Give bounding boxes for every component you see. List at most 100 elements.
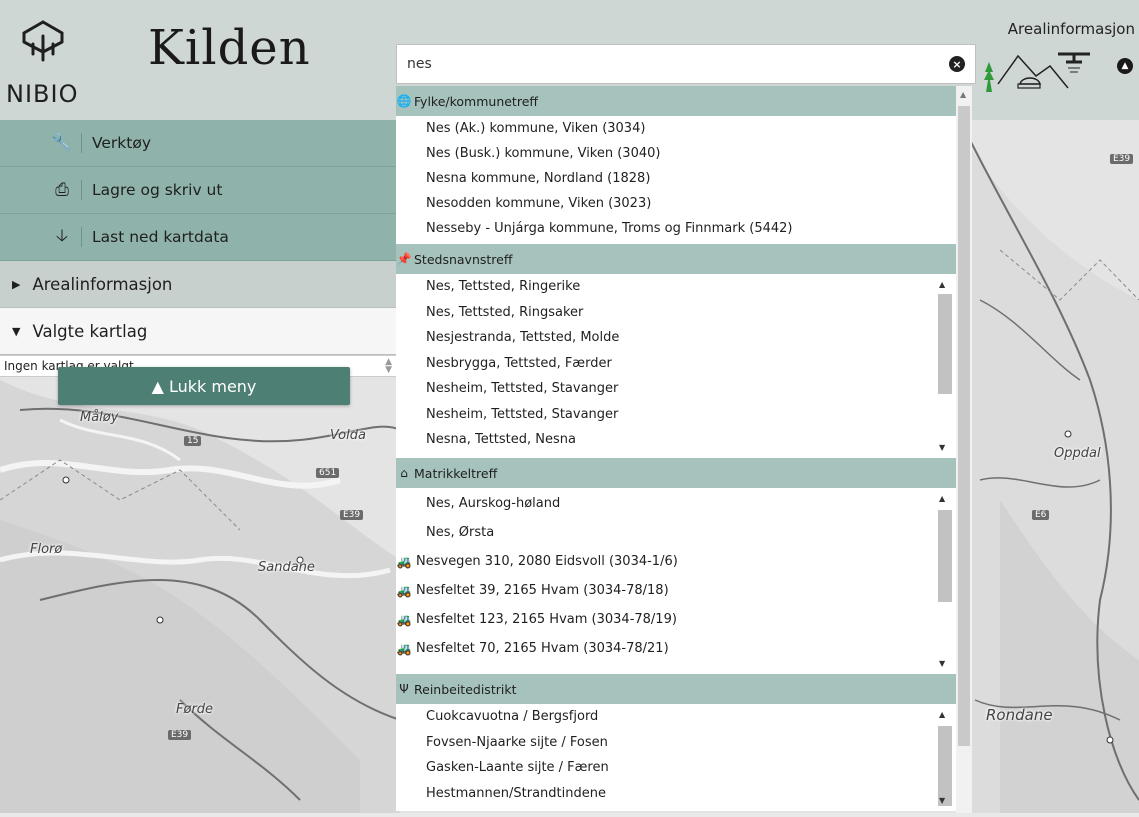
list-item[interactable]: 🚜 Nesfeltet 123, 2165 Hvam (3034-78/19) — [396, 605, 972, 634]
map-label: Førde — [176, 702, 214, 717]
side-menu: 🔧 Verktøy ⎙ Lagre og skriv ut 🡣 Last ned… — [0, 120, 408, 377]
group-header-fylke-kommune: 🌐 Fylke/kommunetreff — [396, 86, 972, 116]
app-title[interactable]: Kilden — [148, 20, 311, 76]
scrollbar-thumb[interactable] — [938, 726, 952, 806]
map-label: Måløy — [80, 410, 119, 425]
tractor-icon: 🚜 — [396, 641, 412, 656]
scroll-down-icon[interactable]: ▼ — [939, 659, 945, 668]
list-item-text: Nes, Ørsta — [426, 525, 495, 540]
list-item[interactable]: Cuokcavuotna / Bergsfjord — [396, 704, 972, 730]
scroll-up-icon[interactable]: ▲ — [939, 710, 945, 719]
scroll-down-icon[interactable]: ▼ — [939, 443, 945, 452]
list-item[interactable]: Nesseby - Unjárga kommune, Troms og Finn… — [396, 216, 972, 241]
org-name: NIBIO — [6, 80, 79, 108]
caret-down-icon: ▼ — [12, 324, 21, 338]
antlers-icon: Ψ — [399, 682, 409, 696]
list-item[interactable]: Nes, Aurskog-høland — [396, 488, 972, 518]
scrollbar-thumb[interactable] — [938, 294, 952, 394]
scroll-up-icon[interactable]: ▲ — [960, 90, 966, 99]
list-item-text: Nes, Aurskog-høland — [426, 495, 561, 511]
scrollbar[interactable]: ▲ ▼ — [936, 278, 954, 454]
list-item[interactable]: Nesna kommune, Nordland (1828) — [396, 166, 972, 191]
menu-section-valgte-kartlag[interactable]: ▼ Valgte kartlag — [0, 308, 408, 355]
list-item[interactable]: Fovsen-Njaarke sijte / Fosen — [396, 730, 972, 756]
group-header-label: Stedsnavnstreff — [414, 251, 513, 267]
list-item[interactable]: Nes, Ørsta — [396, 518, 972, 547]
scrollbar[interactable]: ▲ ▼ — [936, 492, 954, 670]
list-item[interactable]: Nesodden kommune, Viken (3023) — [396, 191, 972, 216]
divider — [81, 180, 82, 200]
tractor-icon: 🚜 — [396, 554, 412, 569]
map-label: Rondane — [986, 706, 1053, 724]
theme-label[interactable]: Arealinformasjon — [1008, 20, 1135, 38]
menu-tool-lagre[interactable]: ⎙ Lagre og skriv ut — [0, 167, 408, 214]
spinner-arrows-icon[interactable]: ▲ ▼ — [385, 358, 392, 375]
list-item-text: Nesfeltet 39, 2165 Hvam (3034-78/18) — [416, 583, 669, 598]
list-item[interactable]: 🚜 Nesfeltet 39, 2165 Hvam (3034-78/18) — [396, 576, 972, 605]
road-shield: E6 — [1032, 510, 1050, 520]
wrench-icon: 🔧 — [51, 133, 73, 153]
road-shield: 15 — [184, 436, 202, 446]
pin-icon: 📌 — [396, 252, 412, 266]
list-item[interactable]: Nesna, Tettsted, Nesna — [396, 427, 972, 453]
menu-section-label: Valgte kartlag — [32, 321, 148, 341]
scroll-up-icon[interactable]: ▲ — [939, 280, 945, 289]
menu-tool-last-ned[interactable]: 🡣 Last ned kartdata — [0, 214, 408, 261]
group-header-label: Matrikkeltreff — [414, 465, 498, 481]
home-icon: ⌂ — [400, 466, 408, 480]
list-item[interactable]: Nes, Tettsted, Ringerike — [396, 274, 972, 300]
menu-tool-verktoy[interactable]: 🔧 Verktøy — [0, 120, 408, 167]
list-item[interactable]: Nesbrygga, Tettsted, Færder — [396, 351, 972, 377]
results-scrollbar[interactable]: ▲ — [956, 86, 972, 813]
group-header-stedsnavn: 📌 Stedsnavnstreff — [396, 244, 972, 274]
tractor-icon: 🚜 — [396, 612, 412, 627]
list-item[interactable]: Gasken-Laante sijte / Færen — [396, 755, 972, 781]
results-scrollbar-thumb[interactable] — [958, 106, 970, 746]
close-menu-button[interactable]: ▲ Lukk meny — [58, 367, 350, 405]
list-item[interactable]: Hestmannen/Strandtindene — [396, 781, 972, 807]
menu-section-label: Arealinformasjon — [32, 274, 173, 294]
list-item[interactable]: Nesheim, Tettsted, Stavanger — [396, 376, 972, 402]
map-label: Volda — [330, 428, 366, 443]
scrollbar-thumb[interactable] — [938, 510, 952, 602]
list-item[interactable]: 🚜 Nesvegen 310, 2080 Eidsvoll (3034-1/6) — [396, 547, 972, 576]
group-header-reinbeite: Ψ Reinbeitedistrikt — [396, 674, 972, 704]
map-label: Sandane — [258, 560, 315, 575]
road-shield: E39 — [340, 510, 364, 520]
map-label: Oppdal — [1054, 446, 1101, 461]
list-item[interactable]: 🚜 Nesfeltet 70, 2165 Hvam (3034-78/21) — [396, 634, 972, 663]
list-item[interactable]: Nes, Tettsted, Ringsaker — [396, 300, 972, 326]
road-shield: 651 — [316, 468, 340, 478]
group-header-label: Reinbeitedistrikt — [414, 681, 517, 697]
print-icon: ⎙ — [55, 180, 69, 200]
list-item-text: Nesfeltet 123, 2165 Hvam (3034-78/19) — [416, 612, 677, 627]
group-list-stedsnavn: Nes, Tettsted, Ringerike Nes, Tettsted, … — [396, 274, 972, 458]
list-item-text: Nesvegen 310, 2080 Eidsvoll (3034-1/6) — [416, 554, 678, 569]
chevron-up-icon[interactable]: ▲ — [1117, 58, 1133, 74]
globe-icon: 🌐 — [396, 94, 412, 108]
download-icon: 🡣 — [55, 225, 69, 246]
list-item[interactable]: Nesheim, Tettsted, Stavanger — [396, 402, 972, 428]
list-item[interactable]: Nes (Busk.) kommune, Viken (3040) — [396, 141, 972, 166]
menu-tool-label: Last ned kartdata — [92, 228, 229, 246]
group-list-matrikkel: Nes, Aurskog-høland Nes, Ørsta 🚜 Nesvege… — [396, 488, 972, 674]
scroll-down-icon[interactable]: ▼ — [939, 796, 945, 805]
search-box: × — [396, 44, 976, 84]
list-item[interactable]: Nesjestranda, Tettsted, Molde — [396, 325, 972, 351]
road-shield: E39 — [1110, 154, 1134, 164]
search-results: 🌐 Fylke/kommunetreff Nes (Ak.) kommune, … — [396, 86, 972, 811]
scroll-up-icon[interactable]: ▲ — [939, 494, 945, 503]
divider — [81, 133, 82, 153]
search-input[interactable] — [397, 45, 937, 83]
menu-section-arealinformasjon[interactable]: ▶ Arealinformasjon — [0, 261, 408, 308]
x-circle-icon[interactable]: × — [949, 56, 965, 72]
group-list-fylke-kommune: Nes (Ak.) kommune, Viken (3034) Nes (Bus… — [396, 116, 972, 244]
list-item[interactable]: Nes (Ak.) kommune, Viken (3034) — [396, 116, 972, 141]
group-header-label: Fylke/kommunetreff — [414, 93, 539, 109]
road-shield: E39 — [168, 730, 192, 740]
scrollbar[interactable]: ▲ ▼ — [936, 708, 954, 807]
map-label: Florø — [30, 542, 63, 557]
nibio-logo-icon — [22, 20, 64, 62]
group-header-matrikkel: ⌂ Matrikkeltreff — [396, 458, 972, 488]
theme-illustration-icon[interactable] — [978, 42, 1108, 97]
